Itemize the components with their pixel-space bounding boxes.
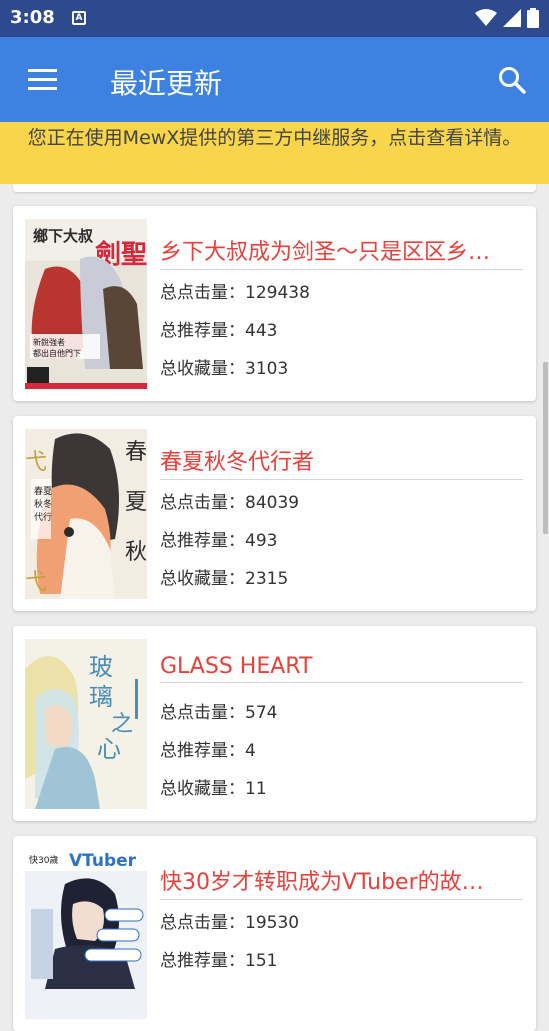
click-count-label: 总点击量：	[160, 283, 245, 303]
book-title[interactable]: 快30岁才转职成为VTuber的故…	[160, 864, 523, 900]
recommend-count-value: 4	[245, 741, 256, 761]
book-cover: 弋 弋 春 夏 秋 春夏 秋冬 代行	[25, 429, 147, 599]
cell-signal-icon	[503, 9, 521, 27]
svg-text:心: 心	[97, 735, 121, 763]
app-bar: 最近更新	[0, 37, 549, 122]
status-bar: 3:08 A	[0, 0, 549, 37]
click-count-label: 总点击量：	[160, 703, 245, 723]
book-card[interactable]: 弋 弋 春 夏 秋 春夏 秋冬 代行 春夏秋冬代行者 总点击量：84039 总推…	[13, 416, 536, 611]
recommend-count: 总推荐量：151	[160, 946, 277, 971]
recommend-count-value: 443	[245, 321, 278, 341]
svg-text:VTuber: VTuber	[69, 851, 137, 871]
favorite-count-value: 2315	[245, 569, 289, 589]
favorite-count-label: 总收藏量：	[160, 359, 245, 379]
svg-text:春: 春	[125, 440, 147, 465]
click-count: 总点击量：129438	[160, 278, 310, 303]
favorite-count-label: 总收藏量：	[160, 569, 245, 589]
wifi-icon	[475, 9, 497, 26]
recommend-count-label: 总推荐量：	[160, 321, 245, 341]
svg-text:代行: 代行	[34, 511, 52, 523]
svg-text:弋: 弋	[25, 450, 47, 475]
favorite-count: 总收藏量：3103	[160, 354, 288, 379]
recommend-count: 总推荐量：493	[160, 526, 277, 551]
book-title[interactable]: GLASS HEART	[160, 654, 523, 683]
click-count: 总点击量：19530	[160, 908, 299, 933]
recommend-count-label: 总推荐量：	[160, 531, 245, 551]
battery-icon	[527, 8, 539, 28]
svg-text:秋冬: 秋冬	[34, 498, 52, 510]
relay-service-banner[interactable]: 您正在使用MewX提供的第三方中继服务，点击查看详情。	[0, 122, 549, 184]
favorite-count-label: 总收藏量：	[160, 779, 245, 799]
svg-text:之: 之	[111, 712, 133, 737]
favorite-count-value: 11	[245, 779, 267, 799]
svg-text:秋: 秋	[125, 540, 147, 565]
recommend-count: 总推荐量：4	[160, 736, 256, 761]
menu-icon[interactable]	[28, 69, 57, 91]
svg-text:都出自他門下: 都出自他門下	[33, 348, 81, 358]
svg-text:快30歲: 快30歲	[29, 854, 58, 866]
scrollbar[interactable]	[543, 362, 548, 534]
book-card[interactable]: 玻 璃 之 心 GLASS HEART 总点击量：574 总推荐量：4 总收藏量…	[13, 626, 536, 821]
click-count-value: 19530	[245, 913, 300, 933]
recommend-count-value: 493	[245, 531, 278, 551]
svg-text:璃: 璃	[89, 683, 113, 711]
page-title: 最近更新	[110, 67, 223, 100]
click-count: 总点击量：574	[160, 698, 277, 723]
favorite-count-value: 3103	[245, 359, 289, 379]
click-count-label: 总点击量：	[160, 913, 245, 933]
book-card[interactable]: 鄉下大叔 劍聖 新銳強者 都出自他門下 乡下大叔成为剑圣～只是区区乡… 总点击量…	[13, 206, 536, 401]
click-count-label: 总点击量：	[160, 493, 245, 513]
svg-text:新銳強者: 新銳強者	[33, 337, 65, 347]
status-time: 3:08	[10, 7, 55, 28]
click-count-value: 84039	[245, 493, 300, 513]
recommend-count-label: 总推荐量：	[160, 951, 245, 971]
recommend-count-label: 总推荐量：	[160, 741, 245, 761]
book-title[interactable]: 乡下大叔成为剑圣～只是区区乡…	[160, 234, 523, 270]
notification-a-icon: A	[72, 11, 86, 25]
book-card[interactable]: 快30歲 VTuber 快30岁才转职成为VTuber的故… 总点击量：1953…	[13, 836, 536, 1031]
svg-text:夏: 夏	[125, 490, 147, 515]
favorite-count: 总收藏量：11	[160, 774, 267, 799]
svg-text:春夏: 春夏	[34, 485, 52, 497]
recommend-count: 总推荐量：443	[160, 316, 277, 341]
card-remnant	[13, 184, 536, 192]
click-count: 总点击量：84039	[160, 488, 299, 513]
svg-text:鄉下大叔: 鄉下大叔	[33, 227, 94, 245]
book-cover: 玻 璃 之 心	[25, 639, 147, 809]
search-icon[interactable]	[497, 65, 527, 95]
click-count-value: 129438	[245, 283, 310, 303]
recommend-count-value: 151	[245, 951, 278, 971]
svg-text:玻: 玻	[89, 653, 113, 681]
book-cover: 快30歲 VTuber	[25, 849, 147, 1019]
svg-text:弋: 弋	[25, 570, 47, 595]
book-title[interactable]: 春夏秋冬代行者	[160, 444, 523, 480]
book-cover: 鄉下大叔 劍聖 新銳強者 都出自他門下	[25, 219, 147, 389]
click-count-value: 574	[245, 703, 278, 723]
favorite-count: 总收藏量：2315	[160, 564, 288, 589]
status-icons	[475, 8, 539, 28]
